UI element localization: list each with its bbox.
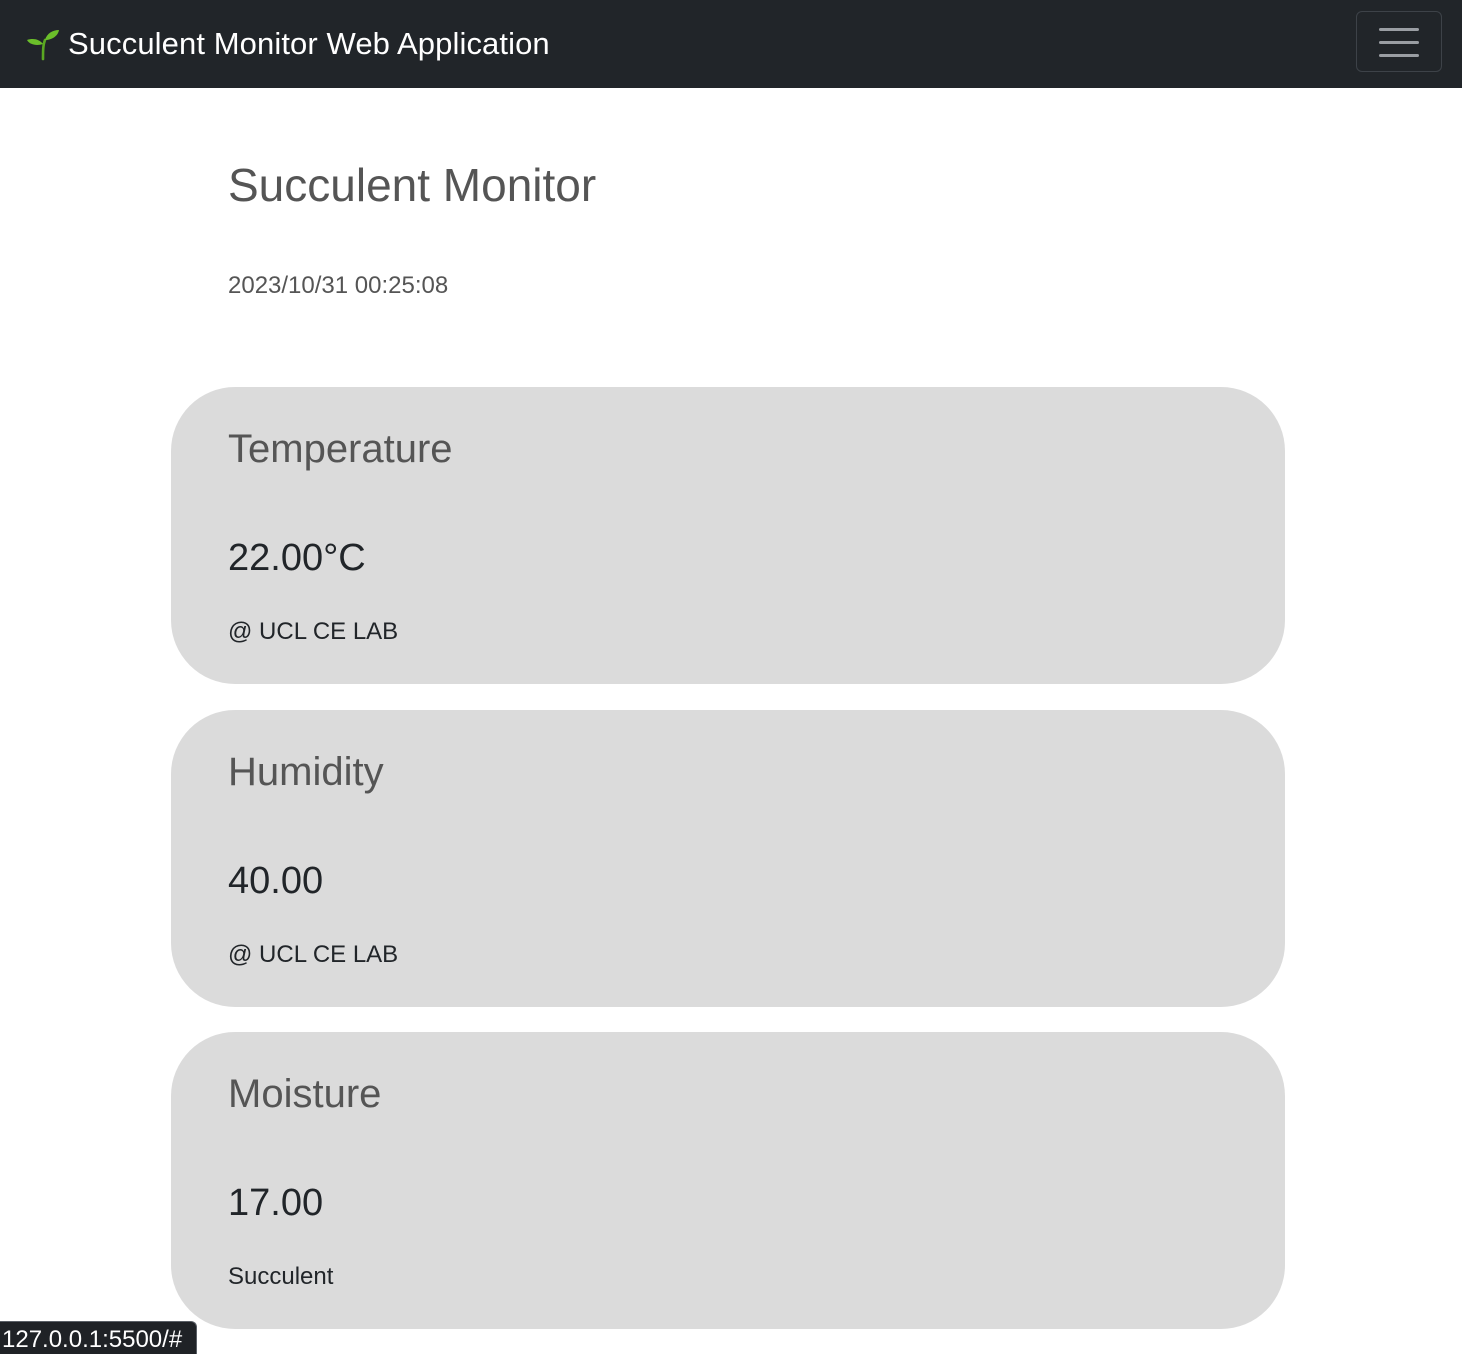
card-value: 17.00 (228, 1182, 324, 1224)
navbar-toggle-button[interactable] (1356, 11, 1442, 72)
card-value: 22.00°C (228, 537, 366, 579)
card-title: Humidity (228, 750, 384, 794)
navbar-brand[interactable]: Succulent Monitor Web Application (26, 22, 550, 66)
brand-title: Succulent Monitor Web Application (68, 26, 550, 61)
timestamp: 2023/10/31 00:25:08 (228, 272, 449, 299)
navbar: Succulent Monitor Web Application (0, 0, 1462, 88)
hamburger-menu-icon (1379, 28, 1419, 57)
seedling-icon (26, 27, 60, 61)
card-title: Moisture (228, 1072, 382, 1116)
card-location: @ UCL CE LAB (228, 941, 399, 968)
page-title: Succulent Monitor (228, 159, 597, 211)
moisture-card: Moisture 17.00 Succulent (171, 1032, 1285, 1329)
temperature-card: Temperature 22.00°C @ UCL CE LAB (171, 387, 1285, 684)
card-plant-label: Succulent (228, 1263, 334, 1290)
humidity-card: Humidity 40.00 @ UCL CE LAB (171, 710, 1285, 1007)
link-status-bar: 127.0.0.1:5500/# (0, 1321, 198, 1354)
card-title: Temperature (228, 427, 453, 471)
card-location: @ UCL CE LAB (228, 618, 399, 645)
card-value: 40.00 (228, 860, 324, 902)
